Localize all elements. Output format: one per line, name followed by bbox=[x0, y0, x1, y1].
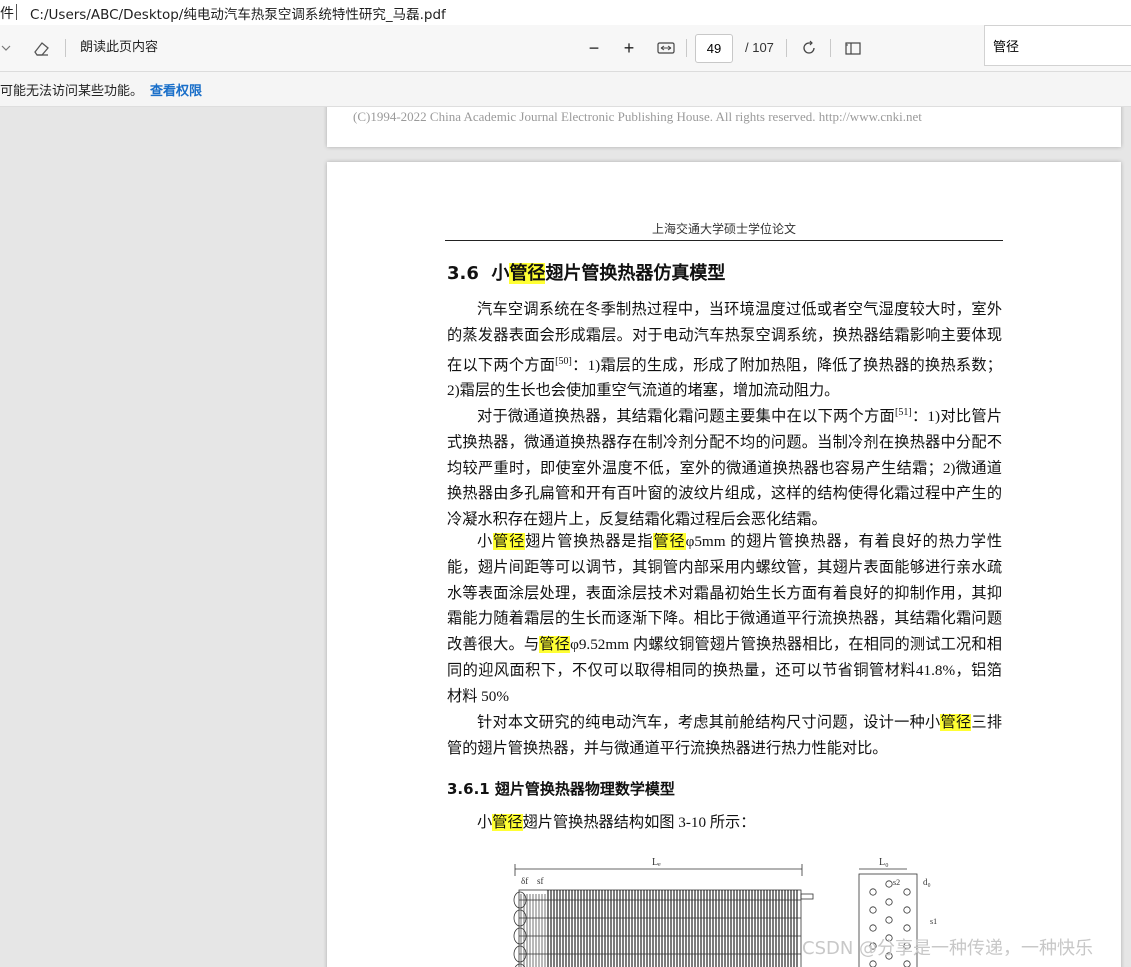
paragraph-1: 汽车空调系统在冬季制热过程中，当环境温度过低或者空气湿度较大时，室外的蒸发器表面… bbox=[447, 301, 1002, 400]
view-permissions-link[interactable]: 查看权限 bbox=[150, 80, 202, 99]
pdf-toolbar: 朗读此页内容 − + / 107 bbox=[0, 25, 1131, 72]
page-view-icon[interactable] bbox=[842, 36, 864, 60]
toolbar-separator bbox=[830, 39, 831, 57]
header-rule bbox=[445, 240, 1003, 241]
figure-label-le: Lₑ bbox=[652, 857, 661, 868]
tube-hole bbox=[885, 880, 893, 888]
tube-hole bbox=[885, 916, 893, 924]
fin-block bbox=[518, 889, 802, 967]
figure-intro: 小管径翅片管换热器结构如图 3-10 所示： bbox=[477, 814, 756, 831]
tube-hole bbox=[903, 906, 911, 914]
subsection-title: 3.6.1 翅片管换热器物理数学模型 bbox=[447, 780, 675, 798]
fin-lines bbox=[520, 890, 798, 967]
search-highlight: 管径 bbox=[509, 263, 546, 284]
figure-label-l0: L₀ bbox=[879, 857, 889, 868]
rotate-icon[interactable] bbox=[798, 36, 820, 60]
paragraph-2: 对于微通道换热器，其结霜化霜问题主要集中在以下两个方面[51]：1)对比管片式换… bbox=[447, 407, 1003, 529]
tube-hole bbox=[885, 898, 893, 906]
search-highlight: 管径 bbox=[940, 714, 972, 731]
permission-notice: 可能无法访问某些功能。 查看权限 bbox=[0, 72, 1131, 107]
csdn-watermark: CSDN @分享是一种传递，一种快乐 bbox=[802, 938, 1094, 959]
tube-hole bbox=[903, 960, 911, 967]
tube-hole bbox=[903, 888, 911, 896]
page-number-input[interactable] bbox=[695, 34, 733, 63]
zoom-out-button[interactable]: − bbox=[585, 36, 603, 60]
file-path: C:/Users/ABC/Desktop/纯电动汽车热泵空调系统特性研究_马磊.… bbox=[30, 7, 446, 23]
search-highlight: 管径 bbox=[493, 533, 526, 550]
cnki-copyright: (C)1994-2022 China Academic Journal Elec… bbox=[353, 109, 922, 124]
figure-label-delta: δf bbox=[521, 876, 528, 886]
read-aloud-button[interactable]: 朗读此页内容 bbox=[80, 36, 158, 60]
search-highlight: 管径 bbox=[492, 814, 523, 831]
tube-hole bbox=[903, 924, 911, 932]
search-box[interactable] bbox=[984, 25, 1131, 66]
figure-label-sf: sf bbox=[537, 876, 544, 886]
notice-message: 可能无法访问某些功能。 bbox=[0, 84, 144, 99]
running-head: 上海交通大学硕士学位论文 bbox=[651, 222, 796, 236]
tube-hole bbox=[869, 906, 877, 914]
page-total: / 107 bbox=[745, 40, 774, 55]
previous-page: (C)1994-2022 China Academic Journal Elec… bbox=[327, 107, 1121, 147]
tube-hole bbox=[869, 888, 877, 896]
title-separator bbox=[16, 4, 17, 20]
search-highlight: 管径 bbox=[653, 533, 686, 550]
title-lead-glyph: 件 bbox=[0, 5, 14, 21]
figure-label-s2: s2 bbox=[893, 878, 900, 887]
section-title: 3.6 小管径翅片管换热器仿真模型 bbox=[447, 263, 726, 284]
toolbar-separator bbox=[786, 39, 787, 57]
search-input[interactable] bbox=[991, 37, 1125, 54]
fit-width-icon[interactable] bbox=[655, 36, 677, 60]
tube-hole bbox=[869, 960, 877, 967]
title-bar: 件 C:/Users/ABC/Desktop/纯电动汽车热泵空调系统特性研究_马… bbox=[0, 0, 1131, 25]
paragraph-4: 针对本文研究的纯电动汽车，考虑其前舱结构尺寸问题，设计一种小管径三排管的翅片管换… bbox=[447, 714, 1003, 757]
zoom-in-button[interactable]: + bbox=[620, 36, 638, 60]
tube-header bbox=[800, 893, 814, 900]
document-viewer[interactable]: (C)1994-2022 China Academic Journal Elec… bbox=[0, 107, 1131, 967]
chevron-down-icon[interactable] bbox=[0, 36, 12, 60]
tube-hole bbox=[869, 924, 877, 932]
toolbar-separator bbox=[65, 39, 66, 57]
figure-label-d0: d₀ bbox=[923, 877, 931, 887]
toolbar-separator bbox=[686, 39, 687, 57]
search-highlight: 管径 bbox=[539, 636, 571, 654]
paragraph-3: 小管径翅片管换热器是指管径φ5mm 的翅片管换热器，有着良好的热力学性能，翅片间… bbox=[447, 533, 1003, 705]
figure-label-s1: s1 bbox=[930, 917, 937, 926]
eraser-icon[interactable] bbox=[29, 36, 53, 60]
current-page: 上海交通大学硕士学位论文 3.6 小管径翅片管换热器仿真模型 汽车空调系统在冬季… bbox=[327, 162, 1121, 967]
